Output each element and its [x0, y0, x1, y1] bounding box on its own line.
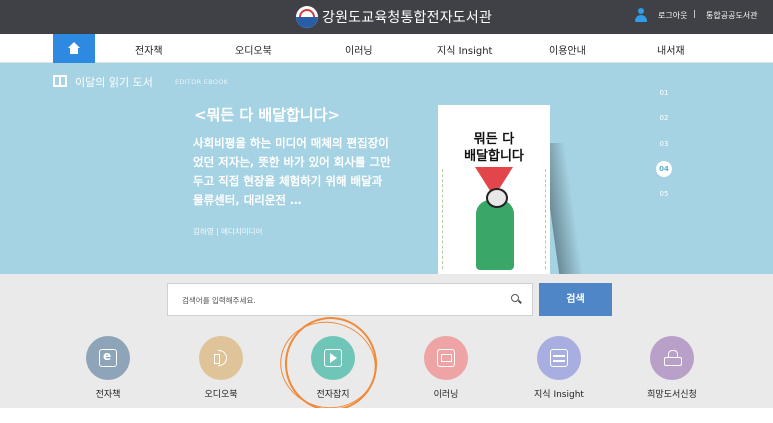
- quick-link-elearning[interactable]: 이러닝: [401, 336, 491, 400]
- quick-link-label: 지식 Insight: [534, 390, 584, 400]
- slide-indicator-04[interactable]: 04: [656, 161, 672, 177]
- book-title[interactable]: <뭐든 다 배달합니다>: [194, 104, 340, 125]
- main-nav: 전자책 오디오북 이러닝 지식 Insight 이용안내 내서재: [0, 34, 773, 63]
- slide-indicator-05[interactable]: 05: [653, 190, 675, 198]
- book-author: 김하영 | 메디치미디어: [193, 227, 263, 236]
- search-button[interactable]: 검색: [539, 283, 612, 316]
- quick-link-label: 오디오북: [204, 390, 238, 400]
- quick-link-audiobook[interactable]: 오디오북: [176, 336, 266, 400]
- quick-link-label: 희망도서신청: [647, 390, 697, 400]
- page-footer-strip: [0, 408, 773, 423]
- search-input[interactable]: [182, 292, 482, 308]
- elearning-icon: [424, 336, 468, 380]
- audiobook-icon: [199, 336, 243, 380]
- nav-item-my-library[interactable]: 내서재: [657, 42, 685, 57]
- search-box: [167, 283, 533, 316]
- section-subtitle: EDITOR EBOOK: [175, 78, 229, 86]
- courier-illustration: [476, 188, 514, 270]
- nav-item-ebook[interactable]: 전자책: [135, 42, 163, 57]
- nav-item-insight[interactable]: 지식 Insight: [437, 42, 492, 57]
- cover-title: 뭐든 다 배달합니다: [464, 132, 524, 164]
- ebook-icon: [86, 336, 130, 380]
- header-separator: |: [693, 9, 696, 18]
- book-description: 사회비평을 하는 미디어 매체의 편집장이었던 저자는, 뜻한 바가 있어 회사…: [193, 136, 391, 207]
- site-logo-icon[interactable]: [296, 6, 318, 28]
- nav-item-guide[interactable]: 이용안내: [549, 42, 586, 57]
- request-icon: [650, 336, 694, 380]
- slide-indicator-01[interactable]: 01: [653, 89, 675, 97]
- quick-link-insight[interactable]: 지식 Insight: [514, 336, 604, 400]
- integrated-library-link[interactable]: 통합공공도서관: [706, 10, 758, 21]
- featured-book-banner: 이달의 읽기 도서 EDITOR EBOOK <뭐든 다 배달합니다> 사회비평…: [0, 63, 773, 274]
- cover-doodles: [442, 169, 472, 269]
- nav-item-elearning[interactable]: 이러닝: [345, 42, 373, 57]
- slide-indicator-03[interactable]: 03: [653, 140, 675, 148]
- slide-indicator-02[interactable]: 02: [653, 114, 675, 122]
- logout-link[interactable]: 로그아웃: [658, 10, 687, 21]
- quick-link-ebook[interactable]: 전자책: [63, 336, 153, 400]
- quick-link-label: 이러닝: [433, 390, 459, 400]
- quick-link-request[interactable]: 희망도서신청: [627, 336, 717, 400]
- nav-item-audiobook[interactable]: 오디오북: [235, 42, 272, 57]
- section-title: 이달의 읽기 도서: [75, 76, 153, 89]
- search-icon[interactable]: [511, 294, 522, 304]
- book-cover[interactable]: 뭐든 다 배달합니다: [438, 105, 550, 274]
- home-button[interactable]: [53, 34, 95, 63]
- home-icon: [68, 42, 80, 54]
- book-open-icon: [53, 75, 67, 87]
- site-title[interactable]: 강원도교육청통합전자도서관: [322, 7, 492, 27]
- cover-doodles: [518, 169, 546, 269]
- quick-link-label: 전자책: [95, 390, 121, 400]
- top-header: 강원도교육청통합전자도서관 로그아웃 | 통합공공도서관: [0, 0, 773, 34]
- insight-icon: [537, 336, 581, 380]
- user-icon: [635, 8, 647, 23]
